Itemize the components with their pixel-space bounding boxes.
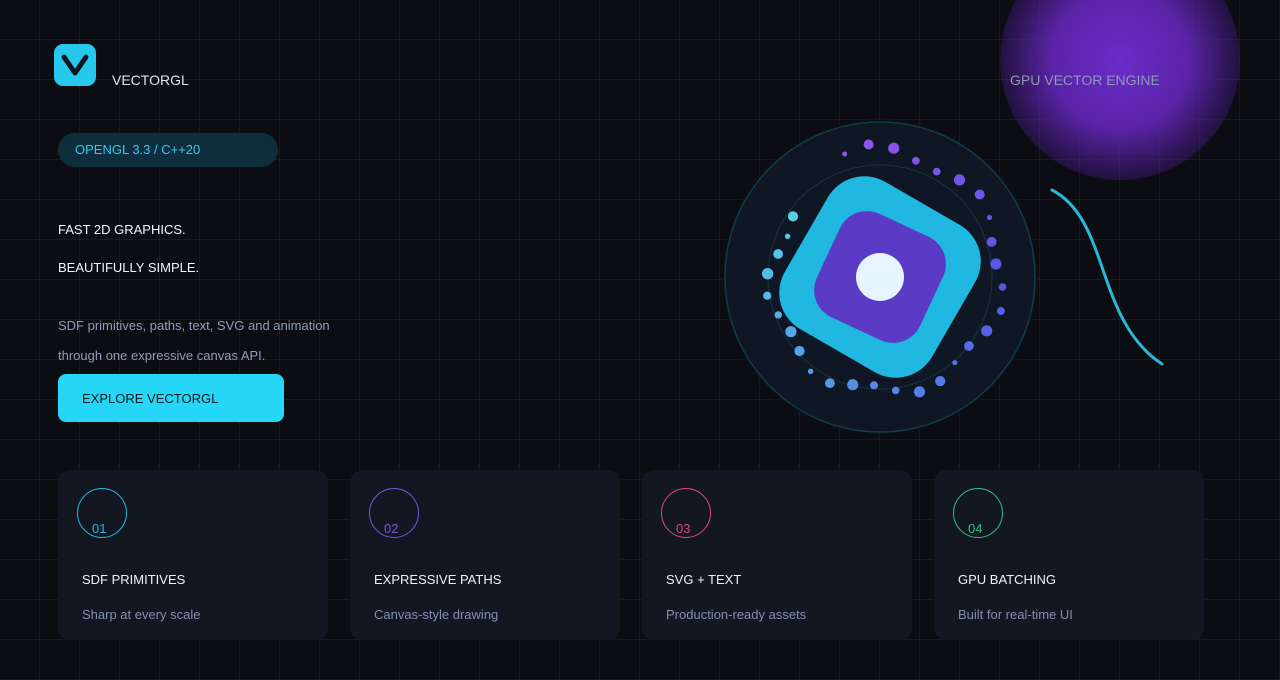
orbit-dot (964, 341, 974, 351)
feature-number: 04 (968, 521, 983, 536)
orbit-dot (913, 386, 926, 398)
feature-number-badge: 01 (77, 488, 127, 538)
headline-line-1: FAST 2D GRAPHICS. (58, 222, 186, 237)
orbit-dot (763, 291, 772, 300)
orbit-dot (773, 249, 783, 259)
center-circle (856, 253, 904, 301)
feature-subtitle: Built for real-time UI (958, 607, 1073, 622)
description-line-1: SDF primitives, paths, text, SVG and ani… (58, 318, 330, 333)
header-tagline: GPU VECTOR ENGINE (1010, 72, 1160, 88)
feature-number: 01 (92, 521, 107, 536)
orbit-dot (761, 268, 774, 280)
orbit-dot (935, 376, 946, 387)
feature-title: EXPRESSIVE PATHS (374, 572, 502, 587)
orbit-dot (996, 307, 1005, 315)
orbit-dot (990, 258, 1002, 270)
description-line-2: through one expressive canvas API. (58, 348, 266, 363)
feature-number-badge: 03 (661, 488, 711, 538)
orbit-dot (888, 142, 900, 154)
feature-subtitle: Sharp at every scale (82, 607, 201, 622)
hero-illustration (722, 119, 1038, 435)
feature-subtitle: Production-ready assets (666, 607, 807, 622)
orbit-dot (784, 233, 791, 239)
wave-curve (1050, 188, 1164, 366)
orbit-dot (847, 379, 859, 391)
orbit-dot (774, 311, 782, 319)
feature-card-gpu-batching[interactable]: 04 GPU BATCHING Built for real-time UI (934, 470, 1204, 640)
v-logo-icon (61, 54, 89, 76)
orbit-dot (891, 386, 900, 395)
orbit-dot (932, 167, 941, 176)
orbit-dot (912, 156, 920, 165)
orbit-dot (787, 211, 799, 222)
feature-card-sdf[interactable]: 01 SDF PRIMITIVES Sharp at every scale (58, 470, 328, 640)
feature-subtitle: Canvas-style drawing (374, 607, 499, 622)
feature-number-badge: 04 (953, 488, 1003, 538)
orbit-dot (986, 236, 997, 247)
orbit-dot (974, 189, 985, 200)
feature-number: 03 (676, 521, 691, 536)
logo[interactable] (54, 44, 96, 86)
orbit-dot (794, 345, 805, 357)
feature-card-svg-text[interactable]: 03 SVG + TEXT Production-ready assets (642, 470, 912, 640)
headline-line-2: BEAUTIFULLY SIMPLE. (58, 260, 200, 275)
feature-number-badge: 02 (369, 488, 419, 538)
orbit-dot (952, 360, 958, 366)
explore-button[interactable]: EXPLORE VECTORGL (58, 374, 284, 422)
tech-badge: OPENGL 3.3 / C++20 (58, 133, 278, 167)
orbit-dot (870, 381, 878, 390)
orbit-dot (986, 214, 993, 221)
orbit-dot (842, 151, 848, 157)
orbit-dot (981, 325, 993, 337)
orbit-dot (863, 139, 874, 150)
feature-number: 02 (384, 521, 399, 536)
brand-name[interactable]: VECTORGL (112, 72, 189, 88)
orbit-dot (998, 283, 1007, 291)
feature-title: GPU BATCHING (958, 572, 1056, 587)
orbit-dot (785, 326, 797, 338)
orbit-dot (953, 174, 966, 186)
feature-title: SDF PRIMITIVES (82, 572, 186, 587)
feature-title: SVG + TEXT (666, 572, 742, 587)
orbit-dot (825, 378, 835, 389)
feature-card-paths[interactable]: 02 EXPRESSIVE PATHS Canvas-style drawing (350, 470, 620, 640)
orbit-dot (807, 368, 814, 374)
